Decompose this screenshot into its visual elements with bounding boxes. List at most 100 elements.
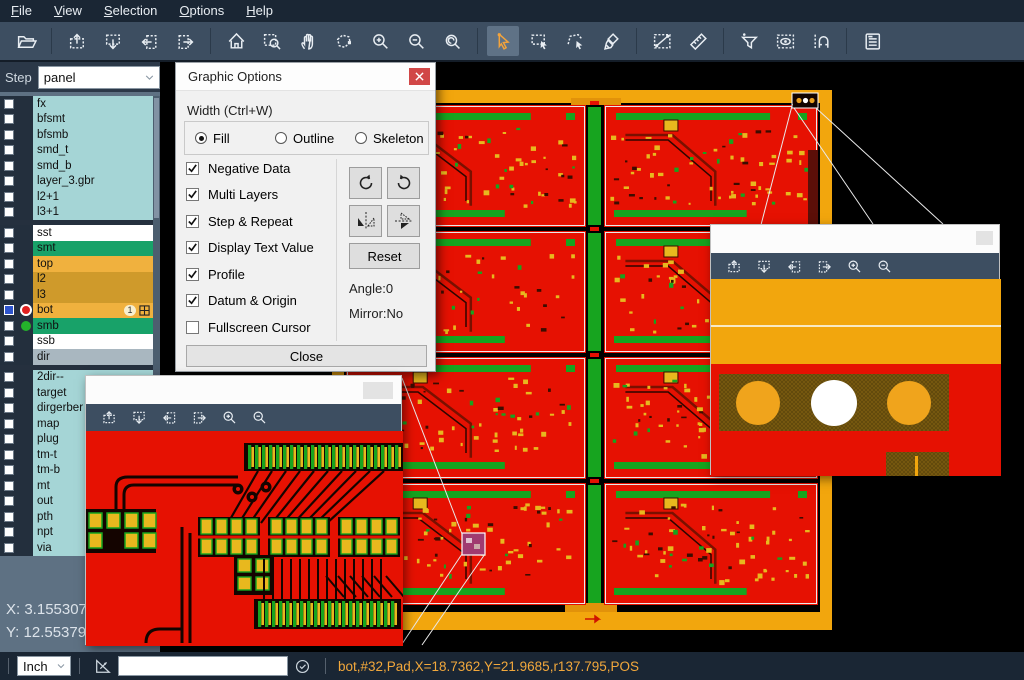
close-icon[interactable] bbox=[409, 68, 430, 85]
checkbox-icon[interactable] bbox=[186, 215, 199, 228]
checkbox-datum-origin[interactable]: Datum & Origin bbox=[186, 288, 336, 315]
magnifier-left-pan-down-tool[interactable] bbox=[126, 407, 152, 429]
layer-checkbox-cell[interactable] bbox=[0, 205, 18, 221]
checkbox-profile[interactable]: Profile bbox=[186, 261, 336, 288]
unit-select[interactable]: Inch bbox=[17, 656, 71, 676]
checkbox-negative-data[interactable]: Negative Data bbox=[186, 155, 336, 182]
magnifier-right-pan-right-tool[interactable] bbox=[811, 255, 837, 277]
layer-checkbox-cell[interactable] bbox=[0, 241, 18, 257]
magnifier-window-right[interactable] bbox=[710, 224, 1000, 475]
layer-row-layer_3.gbr[interactable]: layer_3.gbr bbox=[0, 174, 153, 190]
layer-checkbox-cell[interactable] bbox=[0, 494, 18, 510]
zoom-out-tool[interactable] bbox=[400, 26, 432, 56]
layer-row-smb[interactable]: smb bbox=[0, 318, 153, 334]
radio-fill[interactable]: Fill bbox=[195, 131, 265, 146]
layer-checkbox[interactable] bbox=[4, 465, 14, 475]
radio-outline[interactable]: Outline bbox=[275, 131, 345, 146]
magnifier-left-pan-right-tool[interactable] bbox=[186, 407, 212, 429]
magnifier-right-zoom-in-tool[interactable] bbox=[841, 255, 867, 277]
magnifier-right-view[interactable] bbox=[711, 279, 1001, 476]
step-select[interactable]: panel bbox=[38, 66, 160, 89]
layer-checkbox-cell[interactable] bbox=[0, 256, 18, 272]
layer-checkbox[interactable] bbox=[4, 321, 14, 331]
radio-icon[interactable] bbox=[355, 132, 367, 144]
layer-label[interactable]: l3 bbox=[33, 287, 153, 303]
layer-row-l2+1[interactable]: l2+1 bbox=[0, 189, 153, 205]
layer-row-l2[interactable]: l2 bbox=[0, 272, 153, 288]
home-tool[interactable] bbox=[220, 26, 252, 56]
magnifier-right-zoom-out-tool[interactable] bbox=[871, 255, 897, 277]
layer-checkbox[interactable] bbox=[4, 481, 14, 491]
magnifier-left-zoom-out-tool[interactable] bbox=[246, 407, 272, 429]
grid-table-icon[interactable] bbox=[139, 305, 150, 316]
layer-checkbox[interactable] bbox=[4, 161, 14, 171]
layer-checkbox-cell[interactable] bbox=[0, 447, 18, 463]
layer-checkbox[interactable] bbox=[4, 450, 14, 460]
layer-label[interactable]: smt bbox=[33, 241, 153, 257]
layer-label[interactable]: bfsmb bbox=[33, 127, 153, 143]
layer-checkbox[interactable] bbox=[4, 352, 14, 362]
layer-checkbox[interactable] bbox=[4, 176, 14, 186]
magnifier-left-pan-up-tool[interactable] bbox=[96, 407, 122, 429]
layer-row-bot[interactable]: bot1 bbox=[0, 303, 153, 319]
layer-checkbox[interactable] bbox=[4, 496, 14, 506]
layer-checkbox[interactable] bbox=[4, 434, 14, 444]
checkbox-icon[interactable] bbox=[186, 321, 199, 334]
zoom-in-tool[interactable] bbox=[364, 26, 396, 56]
checkbox-step-repeat[interactable]: Step & Repeat bbox=[186, 208, 336, 235]
command-input[interactable] bbox=[118, 656, 288, 676]
layer-checkbox[interactable] bbox=[4, 243, 14, 253]
layer-checkbox[interactable] bbox=[4, 228, 14, 238]
layer-checkbox[interactable] bbox=[4, 130, 14, 140]
layer-checkbox[interactable] bbox=[4, 290, 14, 300]
layer-checkbox-cell[interactable] bbox=[0, 287, 18, 303]
layer-checkbox-cell[interactable] bbox=[0, 272, 18, 288]
layer-row-bfsmb[interactable]: bfsmb bbox=[0, 127, 153, 143]
pan-right-tool[interactable] bbox=[169, 26, 201, 56]
select-rect-tool[interactable] bbox=[523, 26, 555, 56]
layer-checkbox-cell[interactable] bbox=[0, 334, 18, 350]
layer-row-fx[interactable]: fx bbox=[0, 96, 153, 112]
menu-options[interactable]: Options bbox=[168, 0, 235, 22]
layer-row-l3+1[interactable]: l3+1 bbox=[0, 205, 153, 221]
magnifier-left-pan-left-tool[interactable] bbox=[156, 407, 182, 429]
layer-label[interactable]: dir bbox=[33, 349, 153, 365]
layer-row-top[interactable]: top bbox=[0, 256, 153, 272]
layer-checkbox[interactable] bbox=[4, 336, 14, 346]
layer-checkbox[interactable] bbox=[4, 543, 14, 553]
checkbox-icon[interactable] bbox=[186, 162, 199, 175]
layer-checkbox-cell[interactable] bbox=[0, 143, 18, 159]
magnifier-right-pan-left-tool[interactable] bbox=[781, 255, 807, 277]
layer-row-bfsmt[interactable]: bfsmt bbox=[0, 112, 153, 128]
snap-magnet-tool[interactable] bbox=[805, 26, 837, 56]
report-tool[interactable] bbox=[856, 26, 888, 56]
magnifier-left-view[interactable] bbox=[86, 431, 403, 646]
select-tool[interactable] bbox=[487, 26, 519, 56]
layer-checkbox-cell[interactable] bbox=[0, 225, 18, 241]
checkbox-fullscreen-cursor[interactable]: Fullscreen Cursor bbox=[186, 314, 336, 341]
reset-button[interactable]: Reset bbox=[349, 243, 420, 269]
layer-checkbox[interactable] bbox=[4, 207, 14, 217]
layer-label[interactable]: smb bbox=[33, 318, 153, 334]
layer-row-ssb[interactable]: ssb bbox=[0, 334, 153, 350]
layer-checkbox-cell[interactable] bbox=[0, 509, 18, 525]
clean-brush-tool[interactable] bbox=[595, 26, 627, 56]
layer-checkbox-cell[interactable] bbox=[0, 158, 18, 174]
layer-checkbox[interactable] bbox=[4, 274, 14, 284]
measure-distance-tool[interactable] bbox=[646, 26, 678, 56]
menu-selection[interactable]: Selection bbox=[93, 0, 168, 22]
layer-label[interactable]: l3+1 bbox=[33, 205, 153, 221]
layer-checkbox-cell[interactable] bbox=[0, 112, 18, 128]
layer-checkbox-cell[interactable] bbox=[0, 540, 18, 556]
layer-checkbox-cell[interactable] bbox=[0, 127, 18, 143]
magnifier-left-title-bar[interactable] bbox=[86, 376, 401, 404]
pan-left-tool[interactable] bbox=[133, 26, 165, 56]
layer-checkbox-cell[interactable] bbox=[0, 385, 18, 401]
select-polygon-tool[interactable] bbox=[559, 26, 591, 56]
magnifier-right-window-button[interactable] bbox=[976, 231, 993, 245]
magnifier-window-left[interactable] bbox=[85, 375, 402, 645]
layer-checkbox[interactable] bbox=[4, 527, 14, 537]
magnifier-left-zoom-in-tool[interactable] bbox=[216, 407, 242, 429]
layer-label[interactable]: ssb bbox=[33, 334, 153, 350]
mirror-horizontal-button[interactable] bbox=[349, 205, 382, 237]
